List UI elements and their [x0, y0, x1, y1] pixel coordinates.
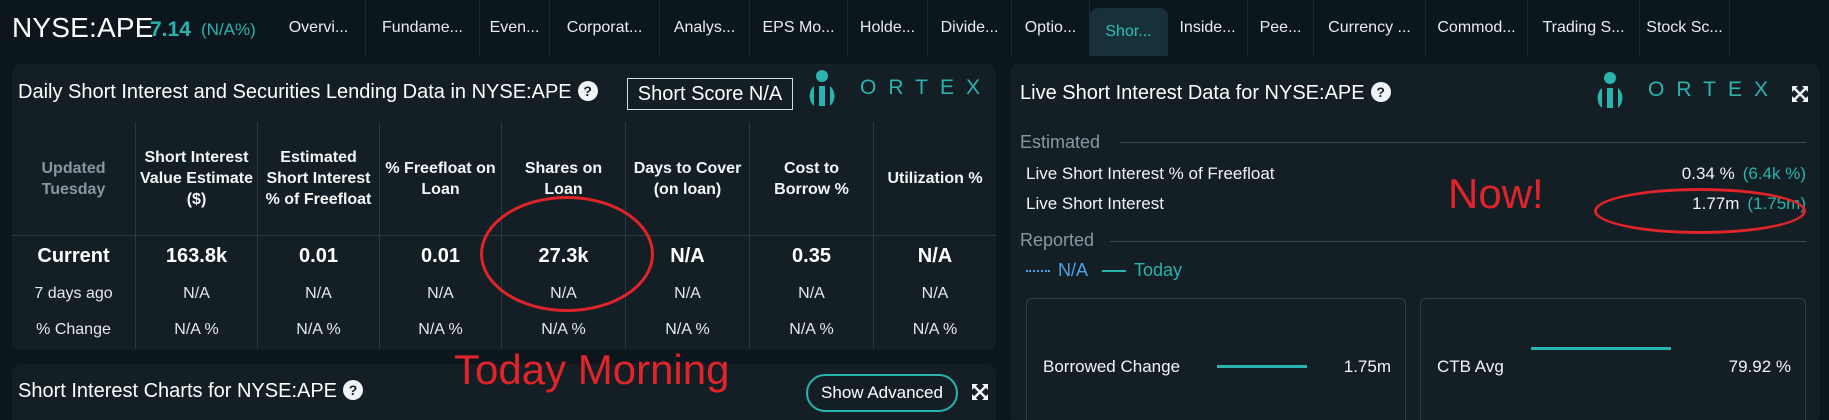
legend-today: Today: [1134, 260, 1183, 280]
expand-icon[interactable]: [1790, 84, 1810, 104]
table-row: % Change N/A % N/A % N/A % N/A % N/A % N/A % N/…: [12, 312, 996, 348]
card-label: Borrowed Change: [1043, 357, 1181, 376]
table-cell: N/A: [380, 276, 502, 312]
live-panel-title-text: Live Short Interest Data for NYSE:APE: [1020, 82, 1365, 104]
daily-short-interest-panel: Daily Short Interest and Securities Lend…: [12, 64, 996, 350]
table-cell: N/A: [921, 285, 949, 302]
borrowed-change-card: Borrowed Change 1.75m: [1026, 298, 1406, 420]
tab-3[interactable]: Corporat...: [550, 0, 660, 56]
live-short-interest-panel: Live Short Interest Data for NYSE:APE? O…: [1010, 64, 1820, 420]
annotation-today-morning: Today Morning: [454, 346, 730, 393]
tab-13[interactable]: Commod...: [1426, 0, 1528, 56]
tab-14[interactable]: Trading S...: [1528, 0, 1640, 56]
column-header: Cost to Borrow %: [750, 122, 874, 236]
table-cell: 0.35: [750, 236, 874, 276]
show-advanced-button[interactable]: Show Advanced: [806, 374, 958, 412]
tab-12[interactable]: Currency ...: [1314, 0, 1426, 56]
table-cell: N/A %: [750, 312, 874, 348]
table-cell: N/A %: [626, 312, 750, 348]
column-header: Updated Tuesday: [12, 122, 136, 236]
table-cell: N/A: [136, 276, 258, 312]
column-header: Estimated Short Interest % of Freefloat: [258, 122, 380, 236]
annotation-circle-live-si: [1594, 188, 1806, 234]
sparkline: [1531, 347, 1671, 350]
table-cell: 7 days ago: [12, 276, 136, 312]
table-cell: N/A %: [912, 321, 958, 338]
table-cell: 163.8k: [136, 236, 258, 276]
annotation-circle-shares-on-loan: [480, 196, 654, 312]
live-panel-title: Live Short Interest Data for NYSE:APE?: [1020, 82, 1391, 105]
ortex-logo-icon: [809, 70, 835, 106]
help-icon[interactable]: ?: [1370, 82, 1391, 102]
row-sub-value: (6.4k %): [1742, 164, 1806, 183]
ortex-logo: ORTEX: [1590, 70, 1780, 110]
annotation-now: Now!: [1448, 170, 1544, 217]
row-label: Live Short Interest % of Freefloat: [1026, 164, 1275, 183]
table-cell: N/A: [917, 244, 953, 267]
ortex-wordmark: ORTEX: [860, 76, 992, 99]
tab-11[interactable]: Pee...: [1248, 0, 1314, 56]
column-header: % Freefloat on Loan: [380, 122, 502, 236]
ticker-symbol: NYSE:APE: [12, 12, 154, 43]
column-header: Days to Cover (on loan): [626, 122, 750, 236]
table-cell: N/A %: [380, 312, 502, 348]
sparkline: [1217, 365, 1307, 368]
daily-panel-title-text: Daily Short Interest and Securities Lend…: [18, 81, 572, 103]
column-header: Utilization %: [874, 122, 996, 236]
row-label: Live Short Interest: [1026, 194, 1164, 213]
table-cell: Current: [12, 236, 136, 276]
tab-1[interactable]: Fundame...: [366, 0, 480, 56]
ticker-change: (N/A%): [201, 20, 256, 39]
live-si-freefloat-row: Live Short Interest % of Freefloat 0.34 …: [1026, 164, 1806, 184]
column-header: Short Interest Value Estimate ($): [136, 122, 258, 236]
table-cell: N/A: [626, 276, 750, 312]
legend-solid-line: [1102, 269, 1127, 272]
reported-label: Reported: [1020, 230, 1095, 250]
top-bar: NYSE:APE 7.14 (N/A%) Overvi... Fundame...…: [0, 0, 1829, 56]
help-icon[interactable]: ?: [577, 81, 598, 101]
daily-panel-title: Daily Short Interest and Securities Lend…: [18, 81, 598, 104]
expand-icon[interactable]: [970, 382, 990, 402]
tab-9[interactable]: Shor...: [1090, 8, 1168, 56]
tab-6[interactable]: Holde...: [848, 0, 928, 56]
divider: [1110, 241, 1806, 242]
tab-0[interactable]: Overvi...: [272, 0, 366, 56]
tab-2[interactable]: Even...: [480, 0, 550, 56]
ortex-logo-icon: [1597, 72, 1623, 108]
card-value: 1.75m: [1343, 357, 1391, 376]
ortex-logo: ORTEX: [802, 68, 992, 108]
table-cell: N/A %: [258, 312, 380, 348]
table-cell: % Change: [12, 312, 136, 348]
tab-5[interactable]: EPS Mo...: [750, 0, 848, 56]
charts-panel-title: Short Interest Charts for NYSE:APE?: [18, 380, 364, 403]
tab-8[interactable]: Optio...: [1012, 0, 1090, 56]
legend-dotted-line: [1026, 269, 1050, 272]
ticker-price: 7.14: [150, 18, 191, 41]
table-cell: N/A: [258, 276, 380, 312]
help-icon[interactable]: ?: [343, 380, 364, 400]
ctb-avg-card: CTB Avg 79.92 %: [1420, 298, 1806, 420]
short-score-box: Short Score N/A: [627, 78, 793, 110]
chart-legend: N/A Today: [1026, 260, 1182, 281]
table-cell: N/A: [750, 276, 874, 312]
table-cell: 0.01: [258, 236, 380, 276]
divider: [1120, 142, 1806, 143]
tab-7[interactable]: Divide...: [928, 0, 1012, 56]
legend-na: N/A: [1058, 260, 1089, 280]
card-label: CTB Avg: [1437, 357, 1504, 376]
charts-panel-title-text: Short Interest Charts for NYSE:APE: [18, 380, 338, 402]
table-cell: N/A %: [502, 312, 626, 348]
row-value: 0.34 %: [1681, 164, 1735, 183]
ortex-wordmark: ORTEX: [1648, 78, 1780, 101]
estimated-label: Estimated: [1020, 132, 1101, 152]
table-cell: N/A %: [136, 312, 258, 348]
tab-15[interactable]: Stock Sc...: [1640, 0, 1730, 56]
card-value: 79.92 %: [1728, 357, 1791, 376]
tab-10[interactable]: Inside...: [1168, 0, 1248, 56]
tab-bar: Overvi... Fundame... Even... Corporat... Ana…: [272, 0, 1730, 56]
tab-4[interactable]: Analys...: [660, 0, 750, 56]
